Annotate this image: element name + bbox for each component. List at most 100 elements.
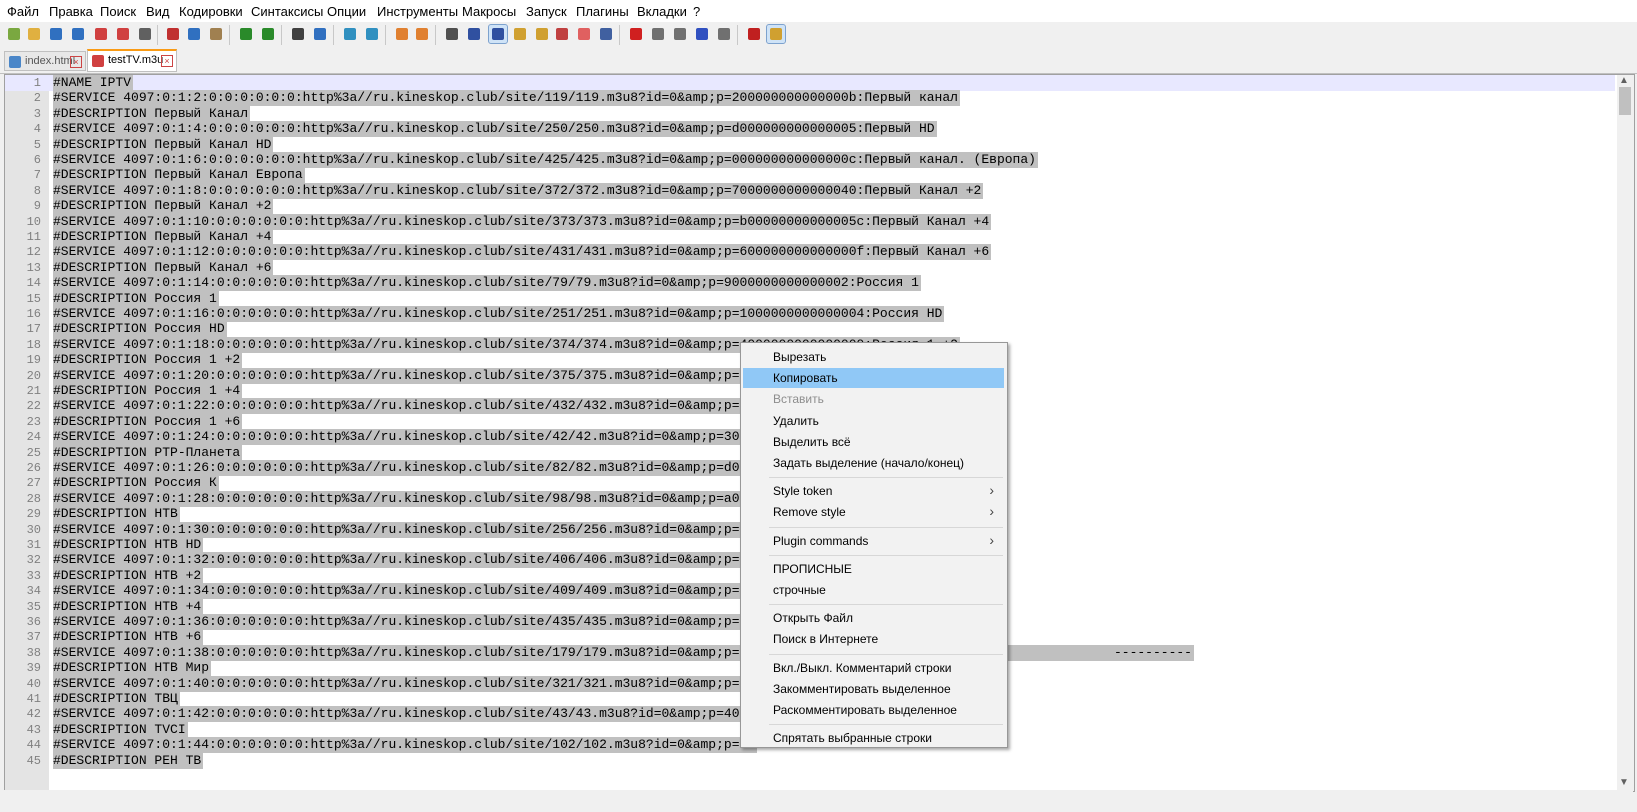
menu-11[interactable]: Вкладки xyxy=(637,4,687,19)
play-macro-icon[interactable] xyxy=(671,25,689,43)
sync-horizontal-icon[interactable] xyxy=(413,25,431,43)
context-menu-item[interactable]: ПРОПИСНЫЕ xyxy=(743,559,1004,579)
line-text: #SERVICE 4097:0:1:10:0:0:0:0:0:0:http%3a… xyxy=(53,213,992,230)
copy-icon[interactable] xyxy=(185,25,203,43)
editor-line[interactable]: 5 #DESCRIPTION Первый Канал HD xyxy=(5,136,1615,153)
editor-line[interactable]: 45 #DESCRIPTION РЕН ТВ xyxy=(5,752,1615,769)
monitoring-icon[interactable] xyxy=(597,25,615,43)
context-menu-item[interactable]: Задать выделение (начало/конец) xyxy=(743,453,1004,473)
menu-1[interactable]: Правка xyxy=(49,4,93,19)
context-menu-item[interactable]: Style token › xyxy=(743,481,1004,501)
menu-10[interactable]: Плагины xyxy=(576,4,629,19)
line-number: 27 xyxy=(26,476,41,491)
close-all-icon[interactable] xyxy=(114,25,132,43)
editor-line[interactable]: 6 #SERVICE 4097:0:1:6:0:0:0:0:0:0:http%3a… xyxy=(5,152,1615,168)
context-menu-item[interactable]: Открыть Файл xyxy=(743,608,1004,628)
editor-line[interactable]: 9 #DESCRIPTION Первый Канал +2 xyxy=(5,198,1615,215)
indent-guide-icon[interactable] xyxy=(488,24,508,44)
close-icon[interactable] xyxy=(92,25,110,43)
menu-9[interactable]: Запуск xyxy=(526,4,567,19)
context-menu-item[interactable]: Поиск в Интернете xyxy=(743,629,1004,649)
save-macro-icon[interactable] xyxy=(715,25,733,43)
menu-5[interactable]: Синтаксисы xyxy=(251,4,323,19)
context-menu-item[interactable]: Вырезать xyxy=(743,347,1004,367)
replace-icon-glyph xyxy=(314,28,326,40)
editor-line[interactable]: 8 #SERVICE 4097:0:1:8:0:0:0:0:0:0:http%3a… xyxy=(5,182,1615,199)
function-list-icon[interactable] xyxy=(553,25,571,43)
line-number: 28 xyxy=(26,491,41,506)
editor-line[interactable]: 10 #SERVICE 4097:0:1:10:0:0:0:0:0:0:http%… xyxy=(5,213,1615,230)
tab-0[interactable]: index.html × xyxy=(4,51,86,71)
scrollbar-thumb[interactable] xyxy=(1619,87,1631,115)
udl-icon[interactable] xyxy=(511,25,529,43)
save-icon[interactable] xyxy=(47,25,65,43)
show-all-chars-icon[interactable] xyxy=(465,25,483,43)
new-file-icon[interactable] xyxy=(5,25,23,43)
editor-line[interactable]: 14 #SERVICE 4097:0:1:14:0:0:0:0:0:0:http%… xyxy=(5,275,1615,292)
close-tab-icon[interactable]: × xyxy=(161,55,173,67)
context-menu-item[interactable]: строчные xyxy=(743,580,1004,600)
editor-line[interactable]: 15 #DESCRIPTION Россия 1 xyxy=(5,290,1615,307)
scroll-up-icon[interactable]: ▲ xyxy=(1619,75,1629,86)
menu-0[interactable]: Файл xyxy=(7,4,39,19)
save-all-icon[interactable] xyxy=(69,25,87,43)
context-menu-item[interactable]: Выделить всё xyxy=(743,432,1004,452)
line-number: 15 xyxy=(26,291,41,306)
doc-map-icon[interactable] xyxy=(533,25,551,43)
editor-line[interactable]: 17 #DESCRIPTION Россия HD xyxy=(5,321,1615,338)
line-number: 8 xyxy=(33,183,41,198)
menu-12[interactable]: ? xyxy=(693,4,700,19)
context-menu-item[interactable]: Копировать xyxy=(743,368,1004,389)
redo-icon[interactable] xyxy=(259,25,277,43)
tab-1[interactable]: testTV.m3u × xyxy=(87,49,177,72)
menu-7[interactable]: Инструменты xyxy=(377,4,458,19)
menu-6[interactable]: Опции xyxy=(327,4,366,19)
context-menu-item[interactable]: Раскомментировать выделенное xyxy=(743,700,1004,720)
editor-line[interactable]: 13 #DESCRIPTION Первый Канал +6 xyxy=(5,259,1615,276)
replace-icon[interactable] xyxy=(311,25,329,43)
zoom-out-icon[interactable] xyxy=(363,25,381,43)
editor-line[interactable]: 11 #DESCRIPTION Первый Канал +4 xyxy=(5,229,1615,245)
word-wrap-icon[interactable] xyxy=(443,25,461,43)
close-tab-icon[interactable]: × xyxy=(70,56,82,68)
find-icon[interactable] xyxy=(289,25,307,43)
run-macro-multiple-icon[interactable] xyxy=(693,25,711,43)
line-number: 41 xyxy=(26,692,41,706)
context-menu-item[interactable]: Закомментировать выделенное xyxy=(743,679,1004,699)
folder-workspace-icon[interactable] xyxy=(575,25,593,43)
editor-line[interactable]: 16 #SERVICE 4097:0:1:16:0:0:0:0:0:0:http%… xyxy=(5,306,1615,322)
context-menu-item[interactable]: Remove style › xyxy=(743,502,1004,522)
editor-line[interactable]: 4 #SERVICE 4097:0:1:4:0:0:0:0:0:0:http%3a… xyxy=(5,121,1615,138)
horizontal-scrollbar[interactable] xyxy=(4,790,1633,812)
menu-8[interactable]: Макросы xyxy=(462,4,516,19)
cut-icon[interactable] xyxy=(164,25,182,43)
vertical-scrollbar[interactable]: ▲ ▼ xyxy=(1617,75,1634,791)
print-icon[interactable] xyxy=(136,25,154,43)
menu-4[interactable]: Кодировки xyxy=(179,4,243,19)
context-menu-item[interactable]: Вкл./Выкл. Комментарий строки xyxy=(743,658,1004,678)
spell-check-icon[interactable] xyxy=(745,25,763,43)
open-file-icon[interactable] xyxy=(25,25,43,43)
menu-3[interactable]: Вид xyxy=(146,4,170,19)
context-menu-item[interactable]: Спрятать выбранные строки xyxy=(743,728,1004,748)
line-number: 10 xyxy=(26,214,41,229)
editor-line[interactable]: 2 #SERVICE 4097:0:1:2:0:0:0:0:0:0:http%3a… xyxy=(5,90,1615,107)
editor-line[interactable]: 7 #DESCRIPTION Первый Канал Европа xyxy=(5,167,1615,184)
editor-line[interactable]: 12 #SERVICE 4097:0:1:12:0:0:0:0:0:0:http%… xyxy=(5,244,1615,261)
paste-icon[interactable] xyxy=(207,25,225,43)
editor-line[interactable]: 3 #DESCRIPTION Первый Канал xyxy=(5,105,1615,122)
stop-macro-icon[interactable] xyxy=(649,25,667,43)
context-menu-item[interactable]: Удалить xyxy=(743,411,1004,431)
sync-vertical-icon[interactable] xyxy=(393,25,411,43)
context-menu-item[interactable]: Plugin commands › xyxy=(743,531,1004,551)
cut-icon-glyph xyxy=(167,28,179,40)
record-macro-icon[interactable] xyxy=(627,25,645,43)
menu-2[interactable]: Поиск xyxy=(100,4,136,19)
line-text: #SERVICE 4097:0:1:12:0:0:0:0:0:0:http%3a… xyxy=(53,244,992,261)
scroll-down-icon[interactable]: ▼ xyxy=(1619,777,1629,788)
spell-check-auto-icon[interactable] xyxy=(766,24,786,44)
editor-line[interactable]: 1 #NAME IPTV xyxy=(5,75,1615,91)
zoom-in-icon[interactable] xyxy=(341,25,359,43)
undo-icon[interactable] xyxy=(237,25,255,43)
line-text: #SERVICE 4097:0:1:40:0:0:0:0:0:0:http%3a… xyxy=(53,675,758,692)
